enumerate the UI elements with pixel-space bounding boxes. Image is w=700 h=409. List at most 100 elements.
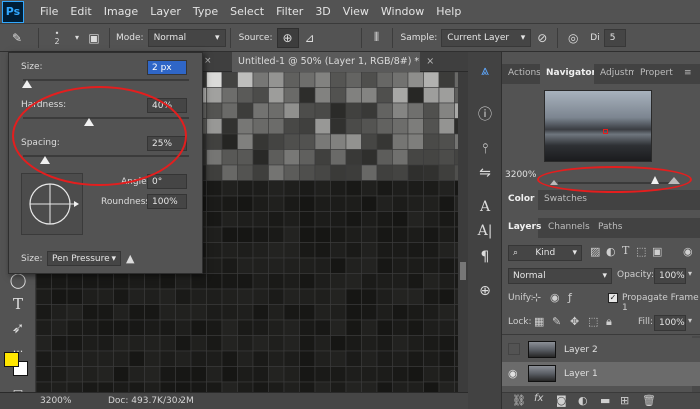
type-tool-icon[interactable]: T (8, 294, 28, 314)
filter-pixel-icon[interactable]: ▨ (590, 245, 600, 258)
menu-type[interactable]: Type (187, 5, 224, 18)
layer-mask-icon[interactable]: ◙ (556, 394, 567, 407)
layer-style-icon[interactable]: fx (534, 393, 543, 404)
tool-preset-icon[interactable]: ✎ (0, 28, 34, 48)
menu-help[interactable]: Help (430, 5, 467, 18)
filter-smart-object-icon[interactable]: ▣ (652, 245, 662, 258)
size-slider-track[interactable] (23, 79, 189, 81)
opacity-input[interactable]: 100% (654, 268, 686, 284)
layer-name[interactable]: Layer 2 (564, 345, 598, 355)
clone-source-panel-icon[interactable]: ⊕ (476, 282, 494, 300)
tab-properties[interactable]: Propert (634, 64, 678, 84)
mode-value: Normal (153, 32, 187, 43)
menu-select[interactable]: Select (224, 5, 270, 18)
layer-row-selected[interactable]: ◉ Layer 1 (502, 362, 700, 386)
character-panel-icon[interactable]: A (476, 198, 494, 216)
brush-panel-icon[interactable]: ⫯ (476, 140, 494, 158)
navigator-preview[interactable] (544, 90, 652, 162)
tab-swatches[interactable]: Swatches (538, 190, 590, 210)
menu-window[interactable]: Window (375, 5, 430, 18)
divider (557, 27, 559, 48)
blend-mode-select[interactable]: Normal ▾ (508, 268, 612, 284)
navigator-zoom-readout[interactable]: 3200% (505, 170, 536, 180)
filter-shape-icon[interactable]: ⬚ (636, 245, 646, 258)
tab-navigator[interactable]: Navigator (540, 64, 596, 84)
menu-view[interactable]: View (337, 5, 375, 18)
vertical-scrollbar[interactable] (458, 72, 468, 392)
diffusion-input[interactable]: 5 (603, 28, 626, 47)
tab-layers[interactable]: Layers (502, 218, 541, 238)
menu-3d[interactable]: 3D (309, 5, 336, 18)
pen-tool-icon[interactable]: ➶ (8, 318, 28, 338)
lock-image-icon[interactable]: ✎ (552, 315, 561, 328)
menu-edit[interactable]: Edit (64, 5, 97, 18)
mode-select[interactable]: Normal ▾ (147, 28, 226, 47)
pressure-size-icon[interactable]: ◎ (562, 28, 584, 48)
divider (38, 27, 39, 48)
filter-adjustment-icon[interactable]: ◐ (606, 245, 616, 258)
clone-source-icon[interactable]: ▣ (83, 28, 105, 48)
trash-icon[interactable]: 🗑︎ (642, 394, 656, 407)
pattern-source-button[interactable]: ⊿ (299, 28, 321, 48)
size-input[interactable]: 2 px (147, 60, 187, 75)
brush-picker[interactable]: • 2 (43, 28, 71, 48)
menu-filter[interactable]: Filter (270, 5, 309, 18)
unify-style-icon[interactable]: ƒ (568, 291, 572, 304)
chevron-down-icon[interactable]: ▾ (688, 269, 692, 278)
layer-thumbnail (528, 365, 556, 382)
chevron-right-icon[interactable]: › (178, 395, 182, 406)
zoom-readout[interactable]: 3200% (40, 396, 71, 406)
menu-image[interactable]: Image (98, 5, 144, 18)
aligned-icon[interactable]: ⫴ (366, 28, 388, 48)
tab-color[interactable]: Color (502, 190, 538, 210)
layer-row[interactable]: Layer 2 (502, 338, 700, 362)
close-icon[interactable]: × (204, 56, 212, 66)
layer-kind-filter[interactable]: ⌕ Kind ▾ (508, 245, 582, 261)
new-layer-icon[interactable]: ⊞ (620, 394, 629, 407)
tab-channels[interactable]: Channels (542, 218, 590, 238)
menu-layer[interactable]: Layer (144, 5, 187, 18)
eye-icon[interactable]: ◉ (508, 367, 518, 380)
size-control-select[interactable]: Pen Pressure ▾ (47, 251, 121, 266)
link-layers-icon[interactable]: ⛓︎ (512, 394, 526, 407)
annotation-ellipse-zoom-slider (537, 166, 692, 193)
tab-actions[interactable]: Actions (502, 64, 541, 84)
sample-select[interactable]: Current Layer ▾ (441, 28, 532, 47)
history-icon[interactable]: ⩓ (476, 62, 494, 80)
propagate-frame-checkbox[interactable]: ✓ (608, 293, 618, 303)
foreground-color-swatch[interactable] (4, 352, 19, 367)
brush-presets-icon[interactable]: ⇋ (476, 164, 494, 182)
lock-all-icon[interactable]: 🔒︎ (606, 315, 612, 329)
navigator-view-box[interactable] (603, 129, 608, 134)
lock-position-icon[interactable]: ✥ (570, 315, 579, 328)
adjustment-layer-icon[interactable]: ◐ (578, 394, 588, 407)
unify-position-icon[interactable]: ⊹ (532, 291, 541, 304)
close-icon[interactable]: × (426, 56, 434, 67)
vertical-scrollbar-thumb[interactable] (460, 262, 466, 280)
info-icon[interactable]: ⓘ (476, 106, 494, 124)
tab-paths[interactable]: Paths (592, 218, 628, 238)
visibility-toggle[interactable] (508, 343, 520, 355)
document-tab[interactable]: Untitled-1 @ 50% (Layer 1, RGB/8#) * × (232, 52, 434, 72)
filter-type-icon[interactable]: T (622, 244, 629, 257)
lock-artboard-icon[interactable]: ⬚ (588, 315, 598, 328)
chevron-down-icon[interactable]: ▾ (688, 316, 692, 325)
fill-input[interactable]: 100% (654, 315, 686, 331)
unify-visibility-icon[interactable]: ◉ (550, 291, 560, 304)
glyphs-icon[interactable]: ¶ (476, 248, 494, 266)
chevron-down-icon[interactable]: ▾ (71, 28, 83, 48)
roundness-input[interactable]: 100% (147, 194, 187, 209)
new-group-icon[interactable]: ▬ (600, 394, 610, 407)
sample-all-layers-icon[interactable]: ⊘ (531, 28, 553, 48)
layer-name[interactable]: Layer 1 (564, 369, 598, 379)
angle-input[interactable]: 0° (147, 174, 187, 189)
tab-adjustments[interactable]: Adjustm (594, 64, 634, 84)
size-slider-knob[interactable] (22, 80, 32, 88)
lock-transparent-icon[interactable]: ▦ (534, 315, 544, 328)
sampled-source-button[interactable]: ⊕ (276, 27, 299, 48)
annotation-ellipse-brush-settings (12, 86, 187, 186)
paragraph-panel-icon[interactable]: A| (476, 222, 494, 240)
menu-file[interactable]: File (34, 5, 64, 18)
filter-toggle-icon[interactable]: ◉ (683, 245, 693, 258)
panel-menu-icon[interactable]: ≡ (678, 64, 700, 84)
